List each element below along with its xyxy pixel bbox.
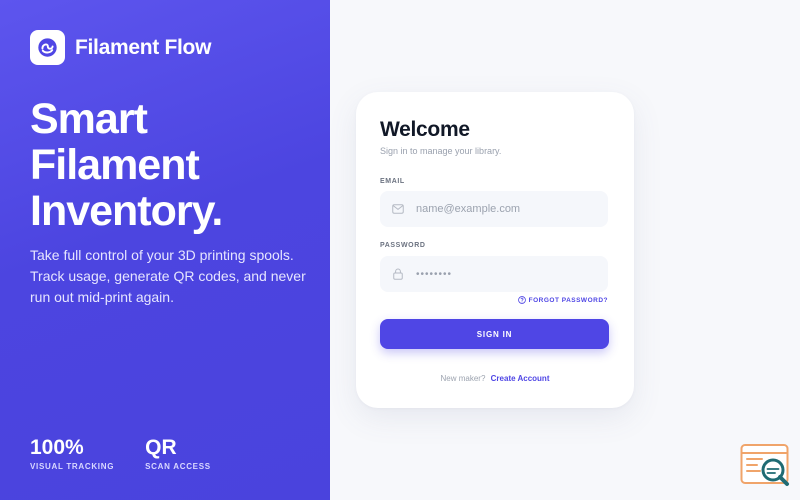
password-label: PASSWORD (380, 242, 426, 249)
lock-icon (380, 268, 416, 280)
filament-spool-icon (30, 30, 65, 65)
stat-value: QR (145, 436, 177, 459)
hero-stats: 100% VISUAL TRACKING QR SCAN ACCESS (30, 436, 242, 471)
hero-headline: Smart Filament Inventory. (30, 96, 320, 234)
hero-tagline: Take full control of your 3D printing sp… (30, 247, 306, 305)
mail-icon (380, 204, 416, 214)
stat-visual-tracking: 100% VISUAL TRACKING (30, 436, 114, 471)
email-placeholder: name@example.com (416, 203, 521, 215)
forgot-password-link[interactable]: FORGOT PASSWORD? (517, 296, 608, 304)
stat-label: SCAN ACCESS (145, 462, 211, 471)
stat-label: VISUAL TRACKING (30, 462, 115, 471)
password-value: •••••••• (416, 268, 453, 280)
brand[interactable]: Filament Flow (30, 30, 211, 65)
stat-value: 100% (30, 436, 84, 459)
login-subtitle: Sign in to manage your library. (380, 146, 502, 156)
stat-scan-access: QR SCAN ACCESS (145, 436, 211, 471)
headline-line: Inventory. (30, 187, 223, 235)
email-label: EMAIL (380, 178, 405, 185)
help-icon (517, 296, 526, 304)
headline-line: Filament (30, 141, 200, 189)
headline-line: Smart (30, 95, 148, 143)
login-card: Welcome Sign in to manage your library. … (356, 92, 634, 408)
sign-in-button[interactable]: SIGN IN (380, 319, 609, 349)
forgot-password-label: FORGOT PASSWORD? (528, 296, 608, 304)
login-area: Welcome Sign in to manage your library. … (330, 0, 800, 500)
login-title: Welcome (380, 118, 470, 141)
password-field[interactable]: •••••••• (380, 256, 608, 292)
create-account-link[interactable]: Create Account (491, 374, 550, 383)
signup-prompt: New maker? Create Account (356, 374, 634, 383)
email-field[interactable]: name@example.com (380, 191, 608, 227)
brand-name: Filament Flow (75, 35, 212, 59)
inspect-code-icon[interactable] (740, 443, 792, 493)
hero-panel: Filament Flow Smart Filament Inventory. … (0, 0, 330, 500)
signup-prompt-text: New maker? (440, 374, 486, 383)
